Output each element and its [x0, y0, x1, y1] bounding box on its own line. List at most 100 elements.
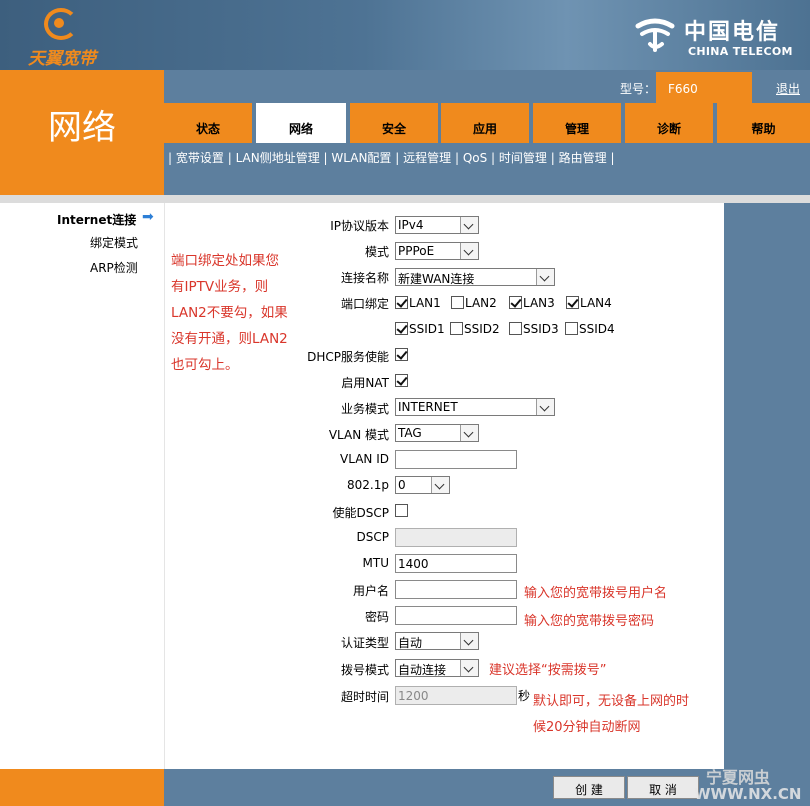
subnav-lan[interactable]: LAN侧地址管理 — [236, 151, 320, 165]
username-note: 输入您的宽带拨号用户名 — [524, 586, 668, 601]
arrow-right-icon: ➡ — [142, 209, 154, 225]
chevron-down-icon — [536, 399, 554, 415]
conn-name-label: 连接名称 — [340, 271, 389, 285]
tab-management[interactable]: 管理 — [533, 103, 621, 143]
subnav-wlan[interactable]: WLAN配置 — [331, 151, 391, 165]
china-telecom-cn: 中国电信 — [684, 19, 781, 45]
service-mode-label: 业务模式 — [340, 402, 389, 416]
cancel-button[interactable]: 取 消 — [627, 776, 699, 799]
mtu-input[interactable]: 1400 — [395, 554, 517, 573]
p8021-select[interactable]: 0 — [395, 476, 450, 494]
ssid4-checkbox[interactable] — [565, 322, 578, 335]
subnav-time[interactable]: 时间管理 — [499, 151, 547, 165]
chevron-down-icon — [460, 633, 478, 649]
password-label: 密码 — [364, 610, 389, 624]
ssid2-label: SSID2 — [464, 322, 500, 336]
timeout-note-1: 默认即可，无设备上网的时 — [533, 694, 690, 709]
china-telecom-en: CHINA TELECOM — [688, 45, 793, 58]
note-line: LAN2不要勾，如果 — [171, 305, 288, 321]
mode-select[interactable]: PPPoE — [395, 242, 479, 260]
service-mode-value: INTERNET — [398, 400, 458, 414]
brand-name: 天翼宽带 — [28, 49, 96, 69]
timeout-note-2: 候20分钟自动断网 — [533, 720, 641, 735]
tab-security[interactable]: 安全 — [350, 103, 438, 143]
p8021-value: 0 — [398, 478, 406, 492]
ssid2-checkbox[interactable] — [450, 322, 463, 335]
logout-link[interactable]: 退出 — [776, 80, 800, 97]
model-value: F660 — [656, 72, 752, 103]
dial-mode-value: 自动连接 — [398, 663, 447, 677]
conn-name-value: 新建WAN连接 — [398, 272, 475, 286]
dscp-enable-checkbox[interactable] — [395, 504, 408, 517]
left-footer — [0, 769, 164, 806]
tab-application[interactable]: 应用 — [441, 103, 529, 143]
dhcp-checkbox[interactable] — [395, 348, 408, 361]
note-line: 端口绑定处如果您 — [171, 253, 279, 269]
menu-bind-mode[interactable]: 绑定模式 — [90, 234, 138, 251]
left-menu-panel — [0, 203, 164, 769]
menu-internet-connection[interactable]: Internet连接 — [57, 211, 136, 228]
ip-version-select[interactable]: IPv4 — [395, 216, 479, 234]
timeout-input[interactable]: 1200 — [395, 686, 517, 705]
note-line: 有IPTV业务，则 — [171, 279, 269, 295]
subnav-separator: | — [227, 151, 236, 165]
tab-network[interactable]: 网络 — [256, 103, 346, 143]
dial-mode-select[interactable]: 自动连接 — [395, 659, 479, 677]
vlan-id-input[interactable] — [395, 450, 517, 469]
ssid1-checkbox[interactable] — [395, 322, 408, 335]
mode-label: 模式 — [364, 245, 389, 259]
username-label: 用户名 — [352, 584, 389, 598]
ssid3-checkbox[interactable] — [509, 322, 522, 335]
create-button[interactable]: 创 建 — [553, 776, 625, 799]
nat-checkbox[interactable] — [395, 374, 408, 387]
dial-mode-note: 建议选择“按需拨号” — [489, 663, 607, 678]
ip-version-value: IPv4 — [398, 218, 424, 232]
chevron-down-icon — [460, 425, 478, 441]
note-line: 没有开通，则LAN2 — [171, 331, 288, 347]
tab-help[interactable]: 帮助 — [717, 103, 810, 143]
subnav-route[interactable]: 路由管理 — [559, 151, 607, 165]
vlan-mode-value: TAG — [398, 426, 422, 440]
dial-mode-label: 拨号模式 — [340, 663, 389, 677]
port-bind-label: 端口绑定 — [340, 297, 389, 311]
subnav-separator: | — [550, 151, 559, 165]
subnav: | 宽带设置 | LAN侧地址管理 | WLAN配置 | 远程管理 | QoS … — [168, 149, 615, 166]
chevron-down-icon — [460, 217, 478, 233]
lan2-checkbox[interactable] — [451, 296, 464, 309]
ssid4-label: SSID4 — [579, 322, 615, 336]
lan1-checkbox[interactable] — [395, 296, 408, 309]
mtu-label: MTU — [362, 556, 389, 570]
timeout-unit: 秒 — [518, 689, 531, 703]
password-input[interactable] — [395, 606, 517, 625]
subnav-separator: | — [610, 151, 615, 165]
divider — [164, 195, 810, 203]
dscp-input[interactable] — [395, 528, 517, 547]
lan4-checkbox[interactable] — [566, 296, 579, 309]
auth-type-label: 认证类型 — [340, 636, 389, 650]
conn-name-select[interactable]: 新建WAN连接 — [395, 268, 555, 286]
lan4-label: LAN4 — [580, 296, 612, 310]
tab-diagnosis[interactable]: 诊断 — [625, 103, 713, 143]
subnav-qos[interactable]: QoS — [463, 151, 487, 165]
model-label: 型号： — [620, 82, 657, 96]
lan3-checkbox[interactable] — [509, 296, 522, 309]
menu-arp-detect[interactable]: ARP检测 — [90, 259, 138, 276]
page-title: 网络 — [48, 108, 116, 148]
vlan-mode-label: VLAN 模式 — [328, 428, 389, 442]
subnav-separator: | — [454, 151, 463, 165]
password-note: 输入您的宽带拨号密码 — [524, 614, 655, 629]
mode-value: PPPoE — [398, 244, 435, 258]
tab-status[interactable]: 状态 — [164, 103, 252, 143]
subnav-separator: | — [395, 151, 404, 165]
note-line: 也可勾上。 — [171, 357, 239, 373]
vlan-mode-select[interactable]: TAG — [395, 424, 479, 442]
ssid1-label: SSID1 — [409, 322, 445, 336]
ip-version-label: IP协议版本 — [330, 219, 389, 233]
subnav-broadband[interactable]: 宽带设置 — [176, 151, 224, 165]
lan2-label: LAN2 — [465, 296, 497, 310]
username-input[interactable] — [395, 580, 517, 599]
subnav-remote[interactable]: 远程管理 — [403, 151, 451, 165]
p8021-label: 802.1p — [347, 478, 389, 492]
service-mode-select[interactable]: INTERNET — [395, 398, 555, 416]
auth-type-select[interactable]: 自动 — [395, 632, 479, 650]
